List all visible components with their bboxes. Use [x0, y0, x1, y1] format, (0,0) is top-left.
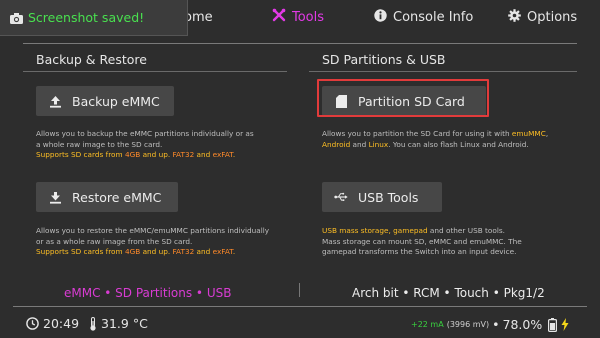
status-right: +22 mA (3996 mV) • 78.0% — [411, 317, 569, 332]
footer-features-right: Arch bit • RCM • Touch • Pkg1/2 — [352, 286, 545, 300]
backup-emmc-button[interactable]: Backup eMMC — [36, 86, 174, 116]
usb-icon — [334, 191, 348, 203]
selection-highlight — [317, 79, 489, 117]
tab-console-info[interactable]: Console Info — [374, 8, 473, 26]
section-divider-left — [23, 71, 287, 72]
clock-time: 20:49 — [43, 316, 80, 331]
tab-home[interactable]: ome — [184, 8, 213, 26]
battery-icon — [548, 317, 558, 332]
battery-current: +22 mA — [411, 320, 444, 329]
tab-options[interactable]: Options — [508, 8, 577, 26]
backup-emmc-description: Allows you to backup the eMMC partitions… — [36, 129, 296, 161]
section-title-backup-restore: Backup & Restore — [36, 52, 147, 67]
camera-icon — [10, 12, 23, 27]
battery-percentage: 78.0% — [502, 317, 543, 332]
usb-tools-label: USB Tools — [358, 189, 419, 205]
restore-emmc-description: Allows you to restore the eMMC/emuMMC pa… — [36, 226, 296, 258]
thermometer-icon — [89, 316, 97, 331]
screenshot-toast: Screenshot saved! — [0, 0, 188, 36]
upload-icon — [48, 95, 62, 108]
usb-tools-button[interactable]: USB Tools — [322, 182, 442, 212]
footer-separator — [299, 283, 300, 297]
status-left: 20:49 31.9 °C — [26, 316, 148, 331]
section-divider-right — [309, 71, 577, 72]
usb-desc-line2: Mass storage can mount SD, eMMC and emuM… — [322, 236, 522, 246]
partition-desc-line1: Allows you to partition the SD Card for … — [322, 129, 549, 138]
toast-text: Screenshot saved! — [28, 10, 145, 25]
charging-bolt-icon — [561, 318, 569, 331]
tab-console-info-label: Console Info — [393, 9, 474, 25]
download-icon — [48, 191, 62, 204]
usb-desc-line1: USB mass storage, gamepad and other USB … — [322, 226, 505, 235]
partition-sd-card-description: Allows you to partition the SD Card for … — [322, 129, 582, 150]
battery-voltage: (3996 mV) — [446, 320, 490, 329]
status-dot: • — [492, 317, 500, 332]
backup-desc-line2: a whole raw image to the SD card. — [36, 139, 163, 149]
gear-icon — [508, 8, 521, 26]
tab-options-label: Options — [527, 9, 578, 25]
backup-desc-line1: Allows you to backup the eMMC partitions… — [36, 129, 254, 138]
restore-desc-line3: Supports SD cards from 4GB and up. FAT32… — [36, 247, 236, 256]
tools-icon — [272, 8, 286, 26]
temperature: 31.9 °C — [101, 316, 148, 331]
tab-tools[interactable]: Tools — [272, 8, 324, 26]
clock-icon — [26, 317, 39, 330]
header-divider — [23, 43, 577, 44]
status-divider — [13, 306, 587, 307]
footer-features-left: eMMC • SD Partitions • USB — [64, 286, 232, 300]
usb-desc-line3: gamepad transforms the Switch into an in… — [322, 247, 517, 256]
usb-tools-description: USB mass storage, gamepad and other USB … — [322, 226, 582, 258]
section-title-sd-partitions-usb: SD Partitions & USB — [322, 52, 446, 67]
restore-desc-line1: Allows you to restore the eMMC/emuMMC pa… — [36, 226, 270, 235]
restore-desc-line2: or as a whole raw image from the SD card… — [36, 236, 193, 246]
restore-emmc-button[interactable]: Restore eMMC — [36, 182, 178, 212]
backup-desc-line3: Supports SD cards from 4GB and up. FAT32… — [36, 150, 236, 159]
tab-tools-label: Tools — [292, 9, 325, 25]
tab-home-label: ome — [184, 9, 213, 25]
restore-emmc-label: Restore eMMC — [72, 189, 162, 205]
info-icon — [374, 8, 387, 26]
partition-desc-line2: Android and Linux. You can also flash Li… — [322, 139, 529, 149]
backup-emmc-label: Backup eMMC — [72, 93, 160, 109]
